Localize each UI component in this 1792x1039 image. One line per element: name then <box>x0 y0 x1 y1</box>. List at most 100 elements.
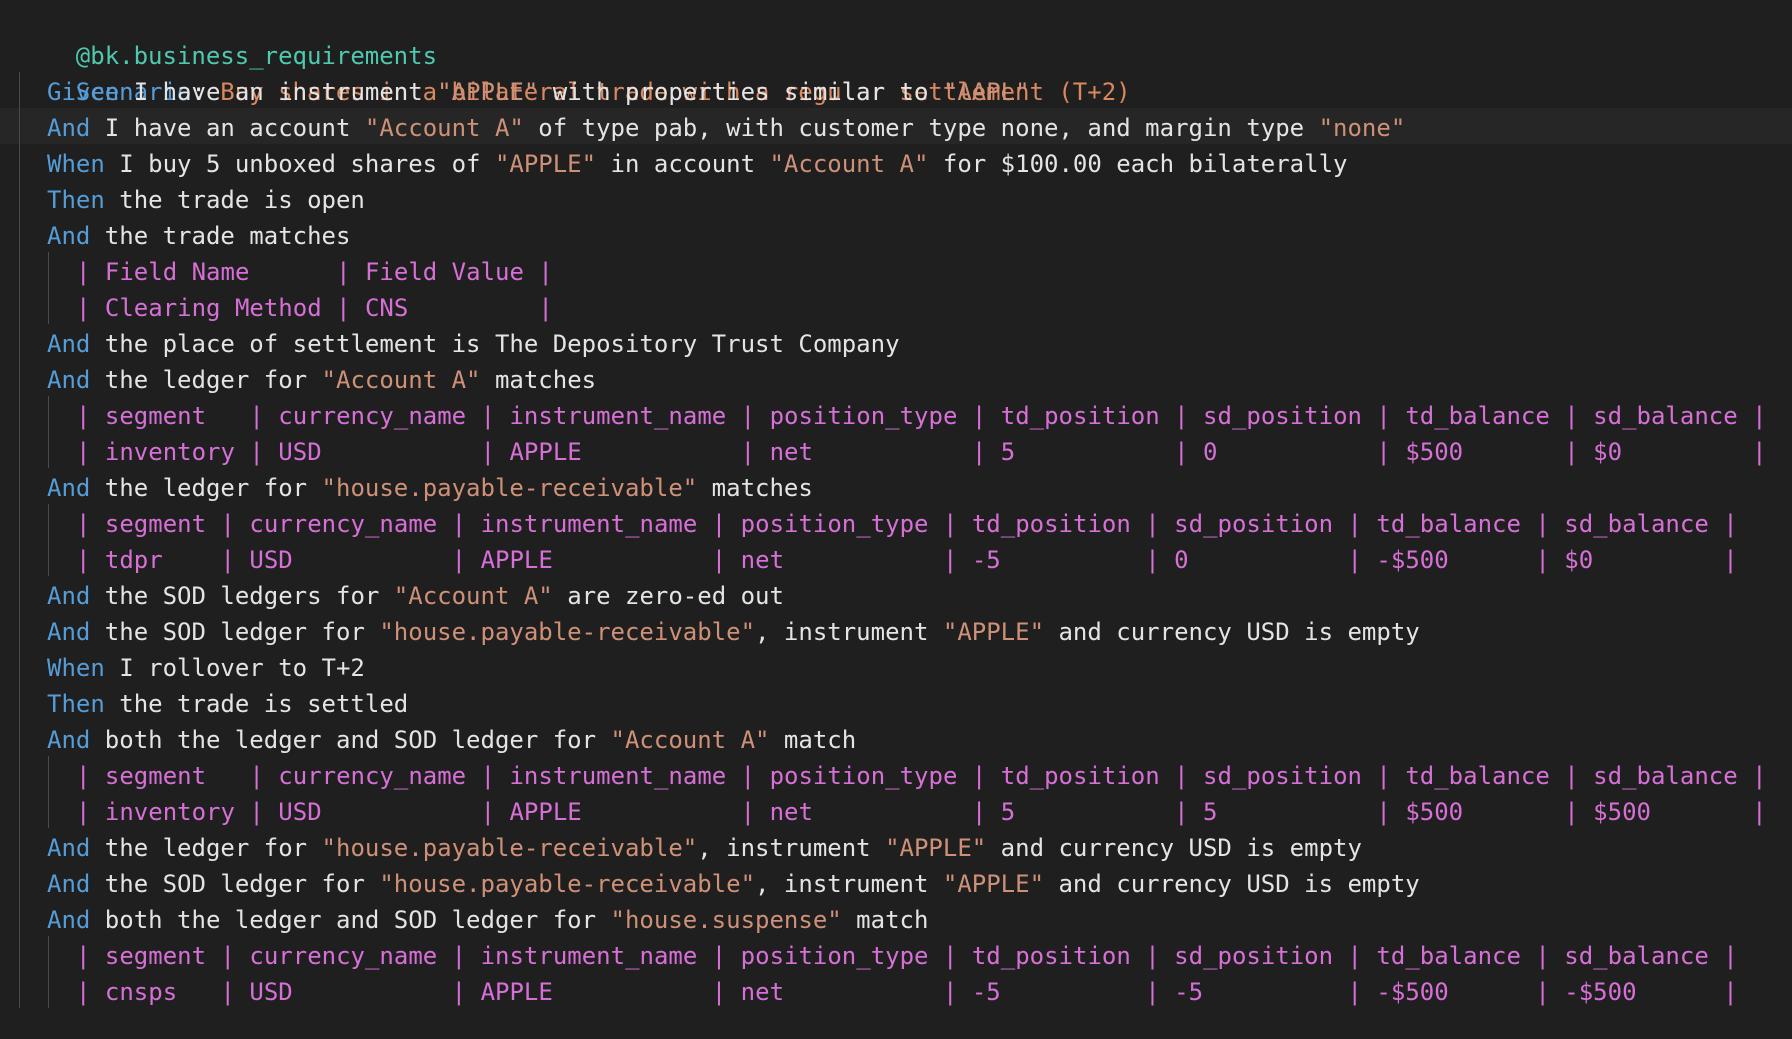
step-text: match <box>841 906 929 934</box>
step-text: , instrument <box>697 834 886 862</box>
data-table-row[interactable]: | cnsps | USD | APPLE | net | -5 | -5 | … <box>76 974 1738 1010</box>
table-row-text: | segment | currency_name | instrument_n… <box>76 942 1738 970</box>
step-line[interactable]: When I buy 5 unboxed shares of "APPLE" i… <box>47 146 1347 182</box>
indent-guide-table-3 <box>48 504 49 576</box>
step-line[interactable]: And the SOD ledgers for "Account A" are … <box>47 578 784 614</box>
step-keyword: And <box>47 222 91 250</box>
step-text: the SOD ledgers for <box>90 582 394 610</box>
step-text: and currency USD is empty <box>986 834 1362 862</box>
step-string-literal: "APPLE" <box>494 150 597 178</box>
indent-guide-table-5 <box>48 936 49 1008</box>
table-row-text: | Clearing Method | CNS | <box>76 294 553 322</box>
step-line[interactable]: And the ledger for "house.payable-receiv… <box>47 470 813 506</box>
step-line[interactable]: When I rollover to T+2 <box>47 650 365 686</box>
table-row-text: | inventory | USD | APPLE | net | 5 | 0 … <box>76 438 1767 466</box>
step-line[interactable]: And the ledger for "house.payable-receiv… <box>47 830 1362 866</box>
data-table-row[interactable]: | tdpr | USD | APPLE | net | -5 | 0 | -$… <box>76 542 1738 578</box>
step-line[interactable]: Then the trade is open <box>47 182 365 218</box>
step-string-literal: "APPLE" <box>942 618 1045 646</box>
step-keyword: Then <box>47 690 105 718</box>
table-row-text: | segment | currency_name | instrument_n… <box>76 510 1738 538</box>
step-string-literal: "house.payable-receivable" <box>379 870 756 898</box>
scenario-line[interactable]: Scenario: Buy shares in a bilateral trad… <box>18 38 1131 106</box>
step-keyword: Then <box>47 186 105 214</box>
step-line[interactable]: And both the ledger and SOD ledger for "… <box>47 902 928 938</box>
step-text: both the ledger and SOD ledger for <box>90 726 611 754</box>
step-text: and currency USD is empty <box>1044 618 1420 646</box>
step-text: matches <box>697 474 813 502</box>
step-text: , instrument <box>755 870 943 898</box>
step-string-literal: "APPLE" <box>885 834 987 862</box>
step-text: I have an account <box>90 114 365 142</box>
step-string-literal: "house.suspense" <box>610 906 842 934</box>
step-keyword: Given <box>47 78 120 106</box>
step-line[interactable]: And I have an account "Account A" of typ… <box>47 110 1405 146</box>
step-text: the ledger for <box>90 834 322 862</box>
table-row-text: | tdpr | USD | APPLE | net | -5 | 0 | -$… <box>76 546 1738 574</box>
step-text: both the ledger and SOD ledger for <box>90 906 611 934</box>
table-row-text: | segment | currency_name | instrument_n… <box>76 402 1767 430</box>
step-text: the SOD ledger for <box>90 870 380 898</box>
step-line[interactable]: And both the ledger and SOD ledger for "… <box>47 722 856 758</box>
step-keyword: And <box>47 834 91 862</box>
table-row-text: | segment | currency_name | instrument_n… <box>76 762 1767 790</box>
step-keyword: And <box>47 366 91 394</box>
step-text: and currency USD is empty <box>1044 870 1420 898</box>
data-table-row[interactable]: | Field Name | Field Value | <box>76 254 553 290</box>
step-text: the SOD ledger for <box>90 618 380 646</box>
step-string-literal: "house.payable-receivable" <box>321 474 698 502</box>
step-string-literal: "APPLE" <box>942 870 1045 898</box>
data-table-row[interactable]: | inventory | USD | APPLE | net | 5 | 0 … <box>76 434 1767 470</box>
step-text: in account <box>596 150 770 178</box>
table-row-text: | cnsps | USD | APPLE | net | -5 | -5 | … <box>76 978 1738 1006</box>
step-keyword: When <box>47 150 105 178</box>
data-table-row[interactable]: | inventory | USD | APPLE | net | 5 | 5 … <box>76 794 1767 830</box>
data-table-row[interactable]: | segment | currency_name | instrument_n… <box>76 758 1767 794</box>
step-line[interactable]: And the SOD ledger for "house.payable-re… <box>47 866 1420 902</box>
step-text: matches <box>480 366 597 394</box>
step-keyword: And <box>47 330 91 358</box>
indent-guide-table-4 <box>48 756 49 828</box>
step-string-literal: "Account A" <box>610 726 770 754</box>
table-row-text: | Field Name | Field Value | <box>76 258 553 286</box>
step-keyword: And <box>47 582 91 610</box>
table-row-text: | inventory | USD | APPLE | net | 5 | 5 … <box>76 798 1767 826</box>
step-text: for $100.00 each bilaterally <box>928 150 1348 178</box>
step-string-literal: "house.payable-receivable" <box>321 834 698 862</box>
step-string-literal: "Account A" <box>364 114 524 142</box>
step-line[interactable]: And the SOD ledger for "house.payable-re… <box>47 614 1420 650</box>
step-string-literal: "house.payable-receivable" <box>379 618 756 646</box>
data-table-row[interactable]: | segment | currency_name | instrument_n… <box>76 398 1767 434</box>
step-text: I rollover to T+2 <box>104 654 365 682</box>
step-text: match <box>769 726 857 754</box>
data-table-row[interactable]: | segment | currency_name | instrument_n… <box>76 938 1738 974</box>
indent-guide-outer <box>19 72 20 1008</box>
step-line[interactable]: And the trade matches <box>47 218 350 254</box>
step-text: the ledger for <box>90 366 322 394</box>
indent-guide-table-2 <box>48 396 49 468</box>
data-table-row[interactable]: | segment | currency_name | instrument_n… <box>76 506 1738 542</box>
step-line[interactable]: And the place of settlement is The Depos… <box>47 326 900 362</box>
step-keyword: And <box>47 870 91 898</box>
step-text: the trade is open <box>104 186 365 214</box>
data-table-row[interactable]: | Clearing Method | CNS | <box>76 290 553 326</box>
step-keyword: And <box>47 726 91 754</box>
step-keyword: When <box>47 654 105 682</box>
step-string-literal: "AAPL" <box>942 78 1030 106</box>
tag-line[interactable]: @bk.business_requirements <box>18 2 437 70</box>
step-text: the place of settlement is The Depositor… <box>90 330 900 358</box>
code-editor[interactable]: @bk.business_requirements Scenario: Buy … <box>0 0 1792 1039</box>
step-line[interactable]: Then the trade is settled <box>47 686 408 722</box>
step-text: with properties similar to <box>538 78 943 106</box>
step-keyword: And <box>47 618 91 646</box>
indent-guide-table-1 <box>48 252 49 324</box>
step-text: are zero-ed out <box>552 582 784 610</box>
step-text: , instrument <box>755 618 943 646</box>
step-string-literal: "none" <box>1318 114 1406 142</box>
step-keyword: And <box>47 114 91 142</box>
step-keyword: And <box>47 474 91 502</box>
step-line[interactable]: And the ledger for "Account A" matches <box>47 362 596 398</box>
step-string-literal: "Account A" <box>393 582 553 610</box>
step-line[interactable]: Given I have an instrument "APPLE" with … <box>47 74 1030 110</box>
step-string-literal: "Account A" <box>321 366 481 394</box>
